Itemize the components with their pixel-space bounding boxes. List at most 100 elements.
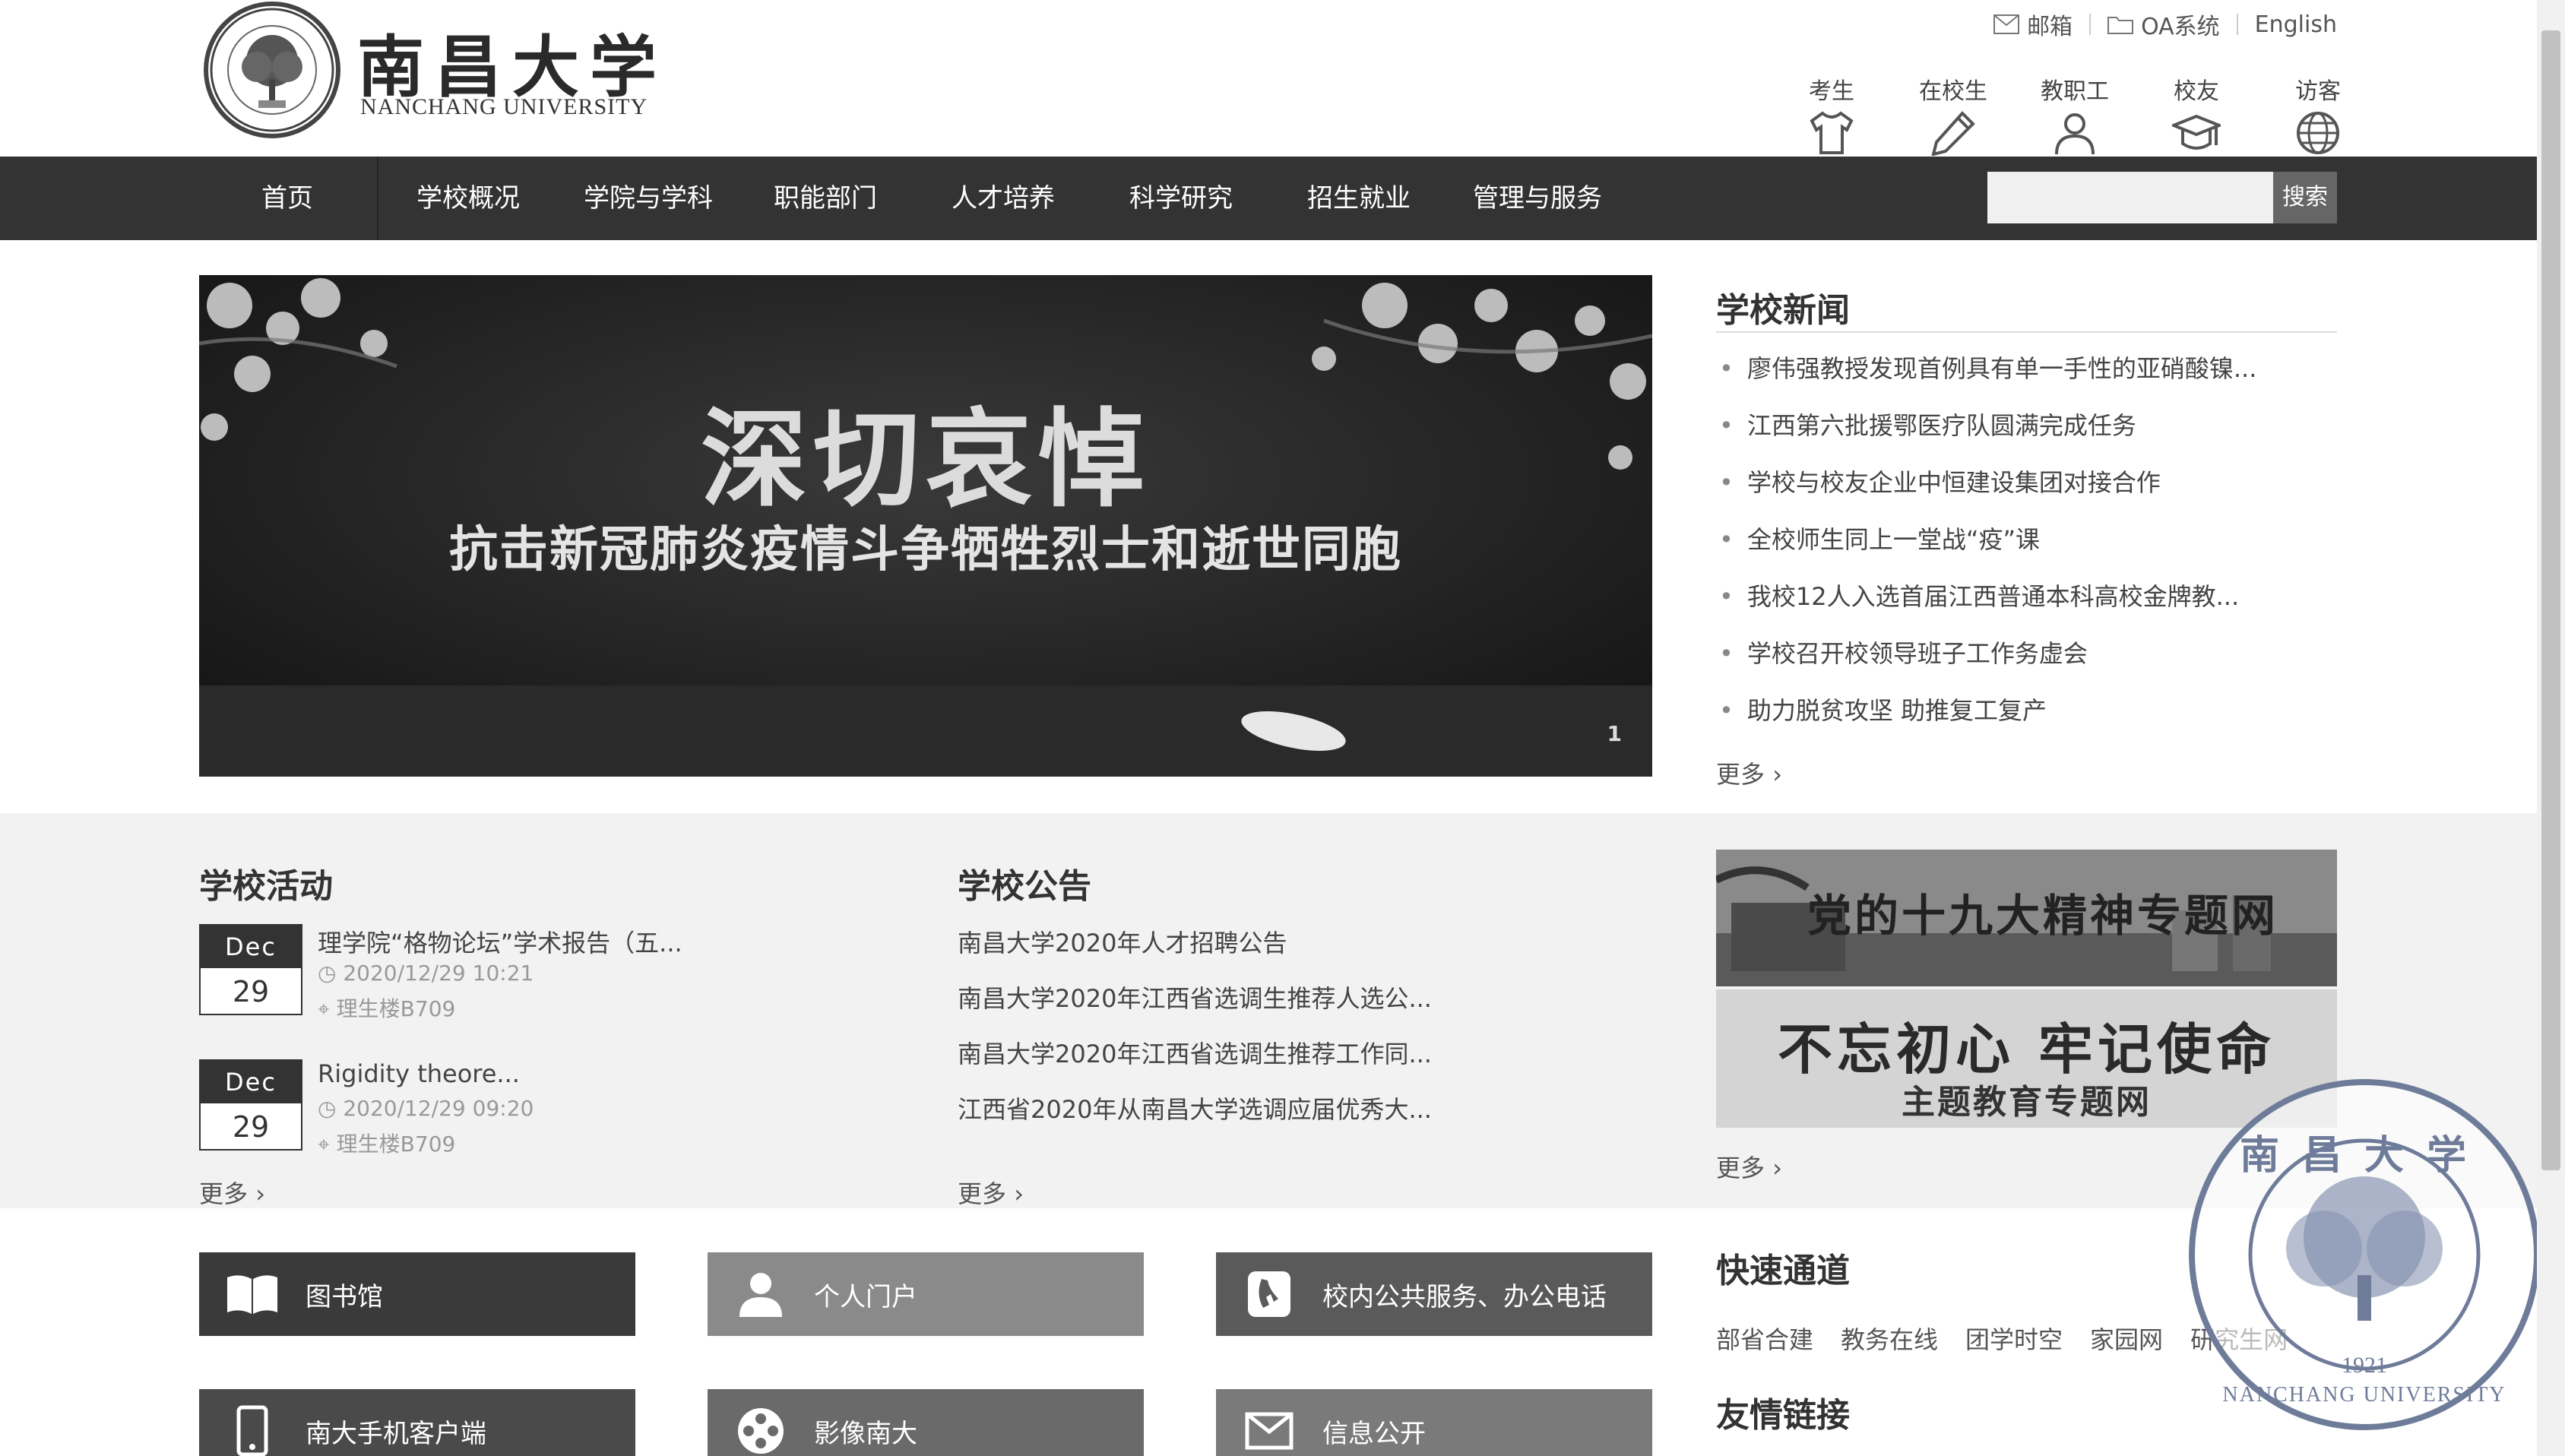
event-time-value: 2020/12/29 10:21 — [343, 961, 534, 986]
notice-item[interactable]: 南昌大学2020年江西省选调生推荐工作同... — [958, 1035, 1432, 1070]
graduation-cap-icon — [2172, 114, 2221, 150]
role-student[interactable]: 在校生 — [1892, 72, 2014, 156]
library-button[interactable]: 图书馆 — [199, 1252, 635, 1336]
news-item[interactable]: • 学校召开校领导班子工作务虚会 — [1719, 635, 2088, 669]
bullet-icon: • — [1719, 354, 1734, 383]
activities-more-link[interactable]: 更多 › — [199, 1175, 265, 1210]
location-pin-icon: ⌖ — [318, 996, 337, 1021]
fast-link[interactable]: 部省合建 — [1716, 1321, 1813, 1356]
event-day: 29 — [232, 1110, 270, 1144]
seal-name-cn: 南昌大学 — [2239, 1132, 2489, 1179]
nav-overview[interactable]: 学校概况 — [416, 157, 520, 240]
promos-more-link[interactable]: 更多 › — [1716, 1149, 1782, 1184]
nav-research[interactable]: 科学研究 — [1129, 157, 1233, 240]
role-label: 考生 — [1809, 78, 1854, 105]
promo-banner-19th-congress[interactable]: 党的十九大精神专题网 — [1716, 850, 2337, 986]
chevron-right-icon: › — [1772, 760, 1782, 789]
bullet-icon: • — [1719, 525, 1734, 554]
role-staff[interactable]: 教职工 — [2014, 72, 2136, 156]
info-label: 信息公开 — [1322, 1418, 1426, 1449]
nav-admissions[interactable]: 招生就业 — [1307, 157, 1411, 240]
personal-portal-button[interactable]: 个人门户 — [708, 1252, 1144, 1336]
nav-home[interactable]: 首页 — [261, 157, 313, 240]
notices-section-title: 学校公告 — [958, 867, 1091, 906]
fast-link[interactable]: 教务在线 — [1841, 1321, 1938, 1356]
phone-icon — [1216, 1268, 1322, 1320]
mail-label: 邮箱 — [2027, 14, 2073, 40]
role-shortcuts: 考生 在校生 教职工 校友 访客 — [1771, 72, 2379, 156]
mail-link[interactable]: 邮箱 — [1993, 8, 2073, 41]
role-label: 访客 — [2295, 78, 2341, 105]
role-label: 在校生 — [1919, 78, 1987, 105]
news-item-title: 学校召开校领导班子工作务虚会 — [1746, 639, 2088, 668]
nav-services[interactable]: 管理与服务 — [1473, 157, 1602, 240]
event-day: 29 — [232, 975, 270, 1008]
activities-section-title: 学校活动 — [199, 867, 333, 906]
nav-colleges[interactable]: 学院与学科 — [584, 157, 713, 240]
event-place: ⌖ 理生楼B709 — [318, 992, 455, 1023]
promo-title: 不忘初心 牢记使命 — [1777, 1017, 2276, 1081]
news-item[interactable]: • 江西第六批援鄂医疗队圆满完成任务 — [1719, 407, 2136, 442]
event-title[interactable]: Rigidity theore... — [318, 1059, 520, 1088]
folder-icon — [2107, 17, 2134, 34]
scrollbar-thumb[interactable] — [2541, 30, 2560, 1170]
film-reel-icon — [708, 1405, 814, 1456]
bullet-icon: • — [1719, 696, 1734, 725]
fast-link[interactable]: 家园网 — [2090, 1321, 2163, 1356]
role-alumni[interactable]: 校友 — [2136, 72, 2257, 156]
envelope-icon — [1216, 1412, 1322, 1450]
event-place: ⌖ 理生楼B709 — [318, 1128, 455, 1158]
news-more-link[interactable]: 更多 › — [1716, 755, 1782, 790]
news-item[interactable]: • 学校与校友企业中恒建设集团对接合作 — [1719, 464, 2161, 499]
news-item-title: 全校师生同上一堂战“疫”课 — [1746, 525, 2041, 554]
news-item[interactable]: • 我校12人入选首届江西普通本科高校金牌教... — [1719, 578, 2239, 612]
role-visitor[interactable]: 访客 — [2257, 72, 2379, 156]
role-label: 教职工 — [2041, 78, 2109, 105]
page-scrollbar[interactable] — [2537, 0, 2565, 1456]
notice-item[interactable]: 南昌大学2020年江西省选调生推荐人选公... — [958, 980, 1432, 1014]
event-time-value: 2020/12/29 09:20 — [343, 1096, 534, 1121]
news-item[interactable]: • 全校师生同上一堂战“疫”课 — [1719, 521, 2040, 555]
search-button[interactable]: 搜索 — [2273, 172, 2337, 223]
oa-link[interactable]: OA系统 — [2107, 8, 2220, 41]
english-link[interactable]: English — [2255, 11, 2337, 38]
event-title[interactable]: 理学院“格物论坛”学术报告（五... — [318, 924, 682, 959]
event-date-badge: Dec 29 — [199, 924, 302, 1015]
notice-item[interactable]: 南昌大学2020年人才招聘公告 — [958, 924, 1287, 959]
memorial-banner[interactable]: 深切哀悼 抗击新冠肺炎疫情斗争牺牲烈士和逝世同胞 1 — [199, 275, 1652, 777]
notices-more-link[interactable]: 更多 › — [958, 1175, 1024, 1210]
news-item[interactable]: • 廖伟强教授发现首例具有单一手性的亚硝酸镍... — [1719, 350, 2256, 385]
info-disclosure-button[interactable]: 信息公开 — [1216, 1389, 1652, 1456]
gallery-button[interactable]: 影像南大 — [708, 1389, 1144, 1456]
logo-tree-emblem — [210, 8, 334, 132]
user-icon — [708, 1270, 814, 1318]
clock-icon: ◷ — [318, 961, 344, 986]
university-seal-watermark: 南昌大学 1921 NANCHANG UNIVERSITY — [2189, 1079, 2540, 1430]
fast-link[interactable]: 团学时空 — [1965, 1321, 2063, 1356]
news-item[interactable]: • 助力脱贫攻坚 助推复工复产 — [1719, 692, 2047, 726]
event-place-value: 理生楼B709 — [336, 1132, 456, 1157]
bullet-icon: • — [1719, 639, 1734, 668]
mobile-client-button[interactable]: 南大手机客户端 — [199, 1389, 635, 1456]
news-item-title: 我校12人入选首届江西普通本科高校金牌教... — [1746, 582, 2240, 611]
event-time: ◷ 2020/12/29 09:20 — [318, 1096, 534, 1121]
nav-departments[interactable]: 职能部门 — [774, 157, 877, 240]
event-date-badge: Dec 29 — [199, 1059, 302, 1151]
seal-name-en: NANCHANG UNIVERSITY — [2222, 1383, 2506, 1407]
role-label: 校友 — [2174, 78, 2219, 105]
university-logo[interactable] — [204, 2, 340, 138]
pencil-icon — [1931, 111, 1975, 156]
more-label: 更多 — [1716, 1154, 1765, 1182]
search-input[interactable] — [1987, 172, 2273, 223]
public-services-button[interactable]: 校内公共服务、办公电话 — [1216, 1252, 1652, 1336]
clock-icon: ◷ — [318, 1096, 344, 1121]
banner-page-indicator[interactable]: 1 — [1607, 721, 1622, 746]
book-icon — [199, 1271, 306, 1317]
location-pin-icon: ⌖ — [318, 1132, 337, 1157]
nav-education[interactable]: 人才培养 — [952, 157, 1055, 240]
event-month: Dec — [201, 926, 301, 968]
notice-item[interactable]: 江西省2020年从南昌大学选调应届优秀大... — [958, 1090, 1432, 1125]
banner-title: 深切哀悼 — [700, 397, 1151, 522]
role-applicant[interactable]: 考生 — [1771, 72, 1892, 156]
services-label: 校内公共服务、办公电话 — [1322, 1281, 1607, 1312]
